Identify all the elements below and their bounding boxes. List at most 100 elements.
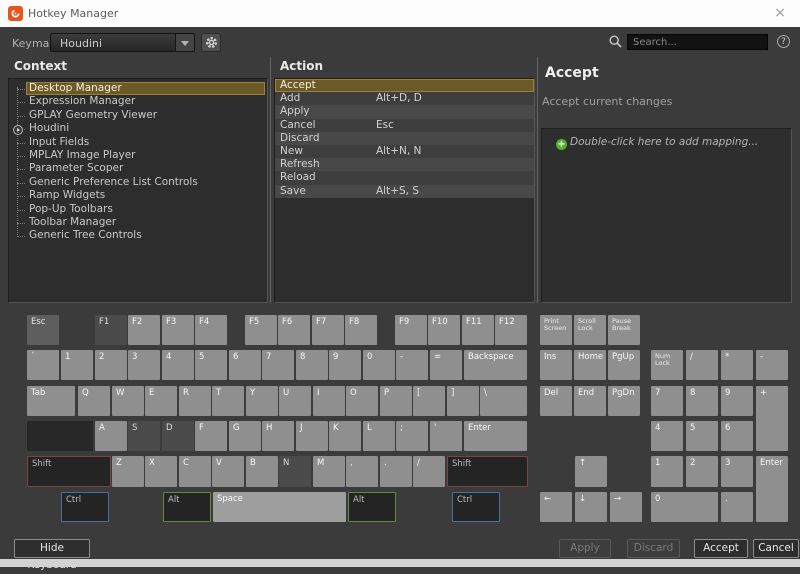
action-row-reload[interactable]: Reload [275,171,534,185]
key-3-1[interactable]: 3 [721,456,753,487]
key-f4[interactable]: F4 [195,315,227,345]
key-f8[interactable]: F8 [345,315,377,345]
key-f12[interactable]: F12 [495,315,527,345]
key-tab[interactable]: Tab [27,386,75,416]
key-y[interactable]: Y [246,386,278,416]
key-comma[interactable]: , [346,456,378,487]
key-semicolon[interactable]: ; [396,421,428,451]
tree-item-ramp-widgets[interactable]: Ramp Widgets [9,189,267,202]
key-equals[interactable]: = [430,350,462,380]
key-arrow-left[interactable]: ← [540,492,572,522]
action-row-new[interactable]: New Alt+N, N [275,144,534,159]
key-q[interactable]: Q [78,386,110,416]
panel-divider[interactable] [537,57,538,303]
tree-item-expression-manager[interactable]: Expression Manager [9,95,267,108]
key-e[interactable]: E [145,386,177,416]
key-k[interactable]: K [329,421,361,451]
key-f5[interactable]: F5 [245,315,277,345]
key-t[interactable]: T [212,386,244,416]
tree-item-gplay-geometry-viewer[interactable]: GPLAY Geometry Viewer [9,109,267,122]
key-plus[interactable]: + [756,386,788,451]
key-u[interactable]: U [279,386,311,416]
action-row-save[interactable]: Save Alt+S, S [275,184,534,198]
key-s[interactable]: S [128,421,160,451]
key-p[interactable]: P [380,386,412,416]
key-f10[interactable]: F10 [428,315,460,345]
key-f1[interactable]: F1 [95,315,127,345]
key-period-1[interactable]: . [721,492,753,522]
key-f9[interactable]: F9 [395,315,427,345]
key-6-1[interactable]: 6 [721,421,753,451]
key-alt-1[interactable]: Alt [348,492,396,522]
tree-item-parameter-scoper[interactable]: Parameter Scoper [9,162,267,175]
key-apostrophe[interactable]: ' [430,421,462,451]
context-listbox[interactable]: Desktop Manager Expression Manager GPLAY G… [8,78,268,303]
keymap-select[interactable]: Houdini [50,33,195,52]
key-a[interactable]: A [95,421,127,451]
key-f11[interactable]: F11 [462,315,494,345]
key-b[interactable]: B [246,456,278,487]
key-0-1[interactable]: 0 [651,492,718,522]
key-f7[interactable]: F7 [312,315,344,345]
key-enter-1[interactable]: Enter [756,456,788,522]
chevron-down-icon[interactable] [175,34,194,51]
action-row-accept[interactable]: Accept [275,79,534,93]
key-bracket-right[interactable]: ] [447,386,479,416]
key-4[interactable]: 4 [162,350,194,380]
key-pause-break[interactable]: Pause Break [608,315,640,345]
key-6[interactable]: 6 [229,350,261,380]
key-7-1[interactable]: 7 [651,386,683,416]
key-pgup[interactable]: PgUp [608,350,640,380]
key-5[interactable]: 5 [195,350,227,380]
tree-item-houdini[interactable]: Houdini [9,122,267,135]
key-slash[interactable]: / [686,350,718,380]
help-button[interactable]: ? [777,35,790,48]
key-h[interactable]: H [262,421,294,451]
key-9[interactable]: 9 [329,350,361,380]
key-ins[interactable]: Ins [540,350,572,380]
key-ctrl-1[interactable]: Ctrl [452,492,500,522]
key-esc[interactable]: Esc [27,315,59,345]
key-arrow-up[interactable]: ↑ [575,456,607,487]
key-bracket-left[interactable]: [ [413,386,445,416]
key-m[interactable]: M [313,456,345,487]
key-c[interactable]: C [179,456,211,487]
key-alt[interactable]: Alt [163,492,211,522]
close-icon[interactable]: × [774,5,786,21]
tree-item-generic-preference-list-controls[interactable]: Generic Preference List Controls [9,176,267,189]
key-del[interactable]: Del [540,386,572,416]
key-1[interactable]: 1 [61,350,93,380]
key-4-1[interactable]: 4 [651,421,683,451]
key-0[interactable]: 0 [363,350,395,380]
panel-divider[interactable] [270,57,271,303]
key-n[interactable]: N [279,456,311,487]
key-print-screen[interactable]: Print Screen [540,315,572,345]
action-listbox[interactable]: Accept Add Alt+D, D Apply Cancel Esc Discard Ne… [274,78,535,303]
keymap-settings-button[interactable] [201,33,221,52]
action-row-refresh[interactable]: Refresh [275,158,534,172]
key-space[interactable]: Space [213,492,346,522]
tree-item-mplay-image-player[interactable]: MPLAY Image Player [9,149,267,162]
key-shift[interactable]: Shift [27,456,111,487]
key-f2[interactable]: F2 [128,315,160,345]
key-d[interactable]: D [162,421,194,451]
key-w[interactable]: W [112,386,144,416]
key-num-lock[interactable]: Num Lock [651,350,683,380]
key-backspace[interactable]: Backspace [464,350,527,380]
key-1-1[interactable]: 1 [651,456,683,487]
key-5-1[interactable]: 5 [686,421,718,451]
key-backtick[interactable]: ` [27,350,59,380]
key-l[interactable]: L [363,421,395,451]
key-o[interactable]: O [346,386,378,416]
key-ctrl[interactable]: Ctrl [61,492,109,522]
key-arrow-down[interactable]: ↓ [575,492,607,522]
key-shift-1[interactable]: Shift [447,456,528,487]
key-x[interactable]: X [145,456,177,487]
mapping-box[interactable]: + Double-click here to add mapping... [541,128,792,303]
key-8-1[interactable]: 8 [686,386,718,416]
key-f3[interactable]: F3 [162,315,194,345]
tree-item-generic-tree-controls[interactable]: Generic Tree Controls [9,229,267,242]
accept-button[interactable]: Accept [694,539,748,558]
key-7[interactable]: 7 [262,350,294,380]
action-row-add[interactable]: Add Alt+D, D [275,92,534,106]
